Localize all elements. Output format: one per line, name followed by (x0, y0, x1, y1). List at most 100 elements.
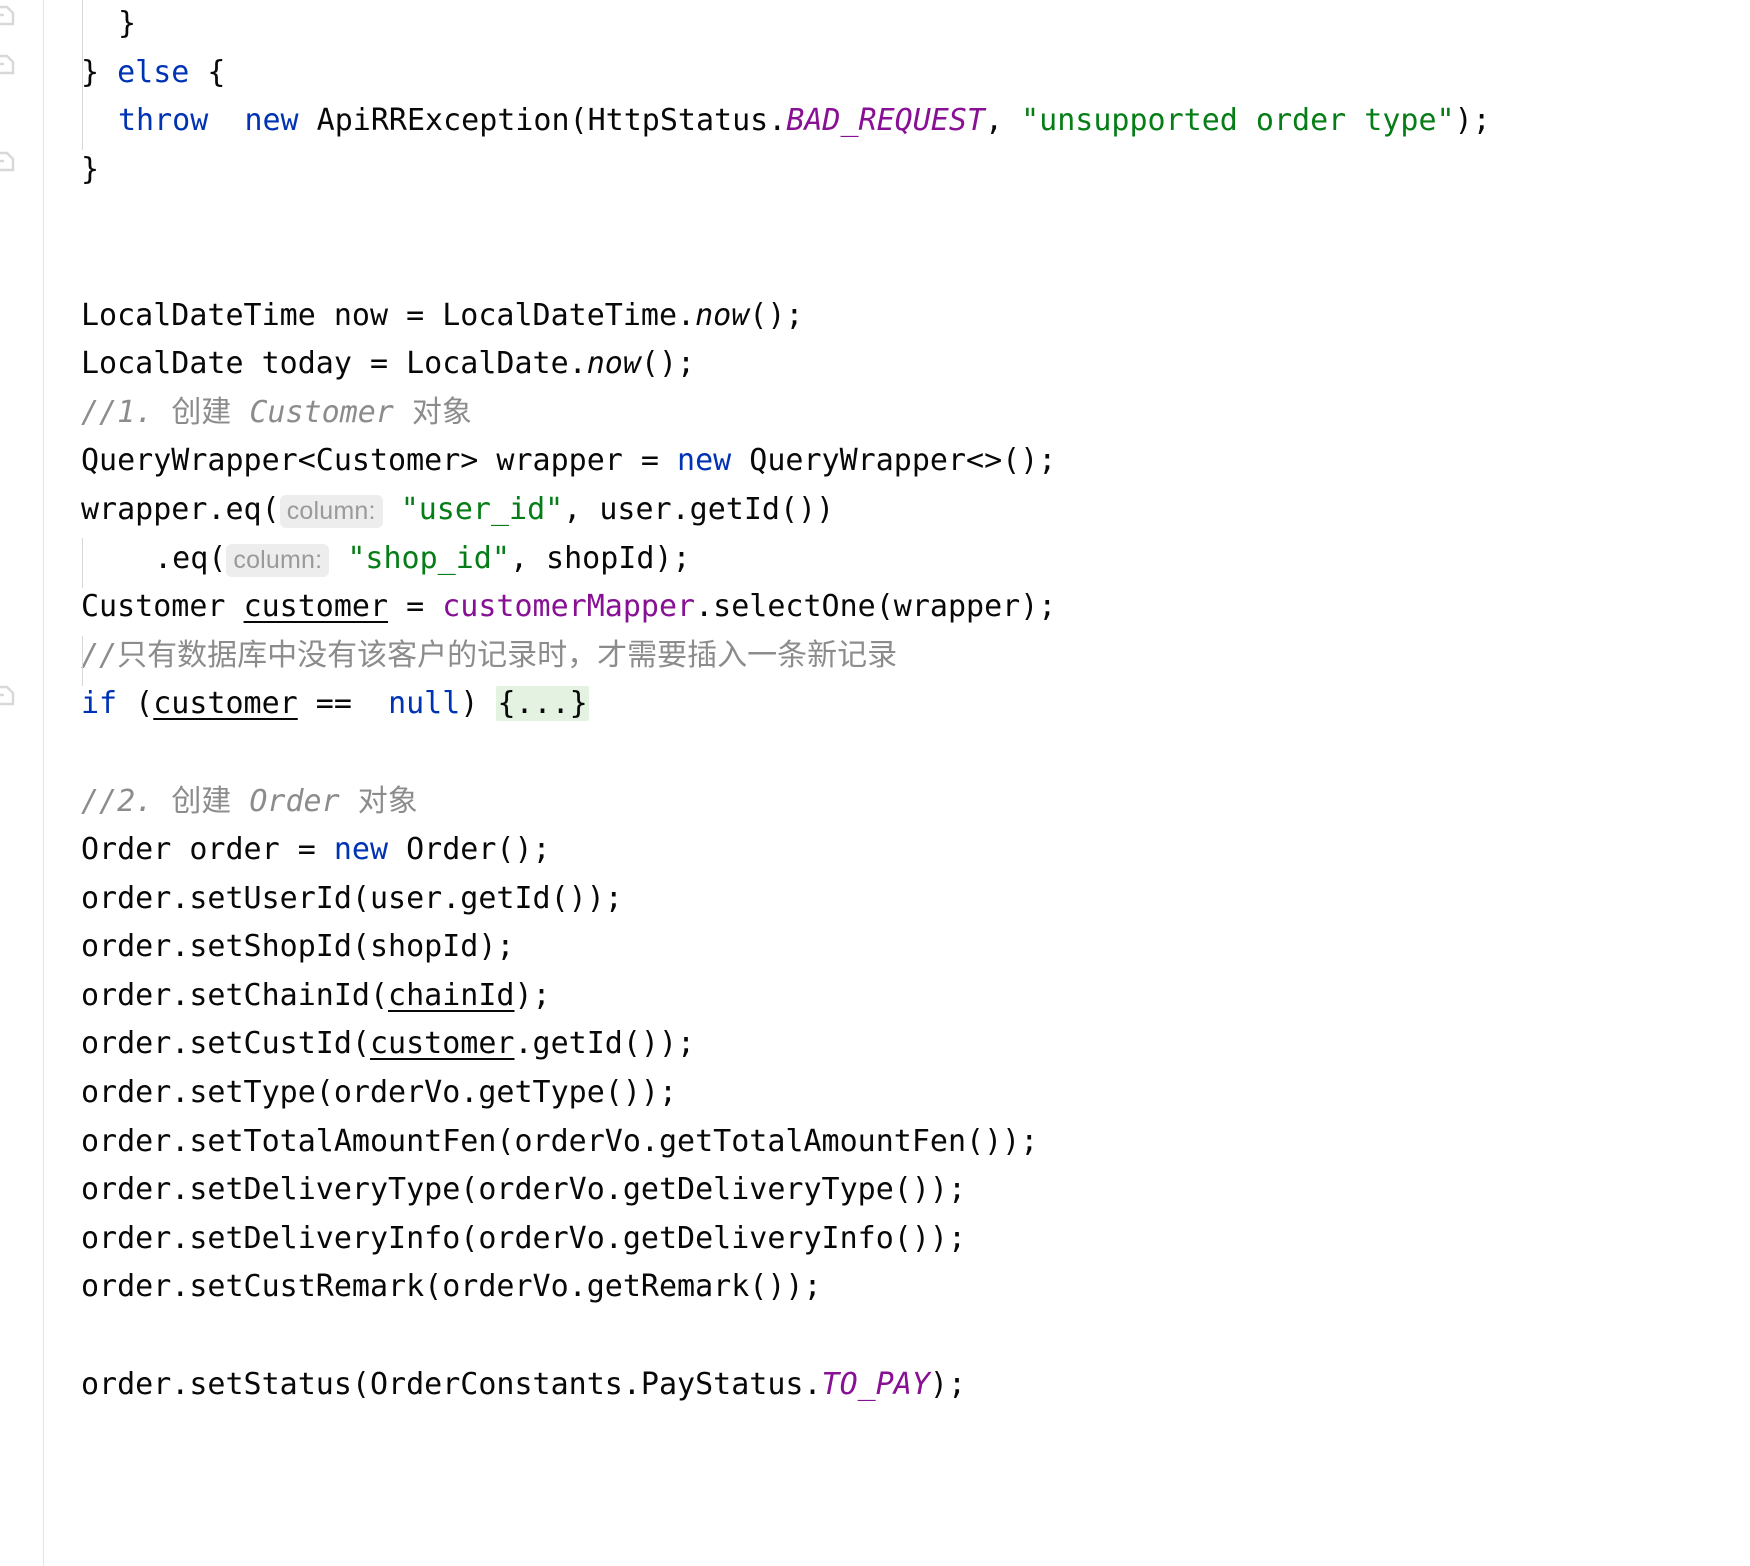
token-comment: 对象 (339, 783, 418, 819)
code-line[interactable]: LocalDateTime now = LocalDateTime.now(); (44, 292, 1750, 341)
code-line[interactable]: order.setCustId(customer.getId()); (44, 1020, 1750, 1069)
token-plain: Customer (81, 589, 244, 625)
code-line[interactable] (44, 729, 1750, 778)
code-line[interactable]: order.setCustRemark(orderVo.getRemark())… (44, 1263, 1750, 1312)
code-line-text: order.setTotalAmountFen(orderVo.getTotal… (44, 1124, 1038, 1159)
token-plain: (); (640, 346, 696, 382)
token-plain: Order(); (388, 832, 551, 868)
token-plain: order.setStatus(OrderConstants.PayStatus… (81, 1366, 822, 1402)
token-comment: Customer (249, 394, 394, 430)
code-line[interactable]: .eq(column: "shop_id", shopId); (44, 535, 1750, 584)
code-line[interactable]: //1. 创建 Customer 对象 (44, 389, 1750, 438)
code-line-text: } else { (44, 55, 226, 90)
code-line[interactable]: } (44, 146, 1750, 195)
indent-guide (82, 52, 83, 102)
code-line-text: order.setDeliveryType(orderVo.getDeliver… (44, 1172, 966, 1207)
token-plain: LocalDateTime now = LocalDateTime. (81, 297, 696, 333)
code-line-text: order.setUserId(user.getId()); (44, 881, 623, 916)
token-string: "user_id" (400, 491, 564, 527)
code-line-text: order.setStatus(OrderConstants.PayStatus… (44, 1367, 966, 1402)
fold-arrow-icon[interactable] (0, 53, 16, 79)
code-line[interactable] (44, 194, 1750, 243)
code-line[interactable]: Customer customer = customerMapper.selec… (44, 583, 1750, 632)
fold-arrow-icon[interactable] (0, 684, 16, 710)
code-line-text: order.setType(orderVo.getType()); (44, 1075, 677, 1110)
code-line[interactable]: LocalDate today = LocalDate.now(); (44, 340, 1750, 389)
code-line-text: } (44, 6, 136, 41)
fold-arrow-icon[interactable] (0, 150, 16, 176)
inlay-parameter-hint[interactable]: column: (279, 494, 383, 528)
code-line-text: //1. 创建 Customer 对象 (44, 395, 472, 430)
code-line-text: order.setDeliveryInfo(orderVo.getDeliver… (44, 1221, 966, 1256)
code-line-text: //2. 创建 Order 对象 (44, 784, 418, 819)
token-plain: order.setShopId(shopId); (81, 929, 515, 965)
token-plain: , (984, 103, 1022, 139)
token-plain: QueryWrapper<Customer> wrapper = (81, 443, 678, 479)
code-line[interactable]: if (customer == null) {...} (44, 680, 1750, 729)
code-line[interactable]: order.setDeliveryInfo(orderVo.getDeliver… (44, 1215, 1750, 1264)
token-plain: ) (460, 686, 497, 722)
code-content[interactable]: } } else { throw new ApiRRException(HttpSt… (44, 0, 1750, 1566)
token-plain: , user.getId()) (563, 491, 835, 527)
code-line[interactable]: throw new ApiRRException(HttpStatus.BAD_… (44, 97, 1750, 146)
token-plain: order.setTotalAmountFen(orderVo.getTotal… (81, 1123, 1039, 1159)
token-plain: } (81, 151, 100, 187)
code-line-text: QueryWrapper<Customer> wrapper = new Que… (44, 443, 1056, 478)
token-plain: , shopId); (509, 540, 691, 576)
code-line[interactable] (44, 1312, 1750, 1361)
token-plain: } (118, 6, 137, 41)
code-line[interactable]: order.setType(orderVo.getType()); (44, 1069, 1750, 1118)
code-editor[interactable]: } } else { throw new ApiRRException(HttpSt… (0, 0, 1750, 1566)
token-plain: ( (117, 686, 154, 722)
token-plain: LocalDate today = LocalDate. (81, 346, 587, 382)
indent-guide (82, 102, 83, 150)
code-line-text: wrapper.eq(column: "user_id", user.getId… (44, 491, 835, 528)
token-plain: wrapper.eq( (81, 491, 280, 527)
token-plain: .selectOne(wrapper); (695, 589, 1057, 625)
indent-guide (82, 538, 83, 588)
code-line[interactable]: order.setDeliveryType(orderVo.getDeliver… (44, 1166, 1750, 1215)
token-plain: == (297, 686, 389, 722)
code-line-text: if (customer == null) {...} (44, 686, 589, 722)
token-plain: ); (514, 977, 551, 1013)
code-line[interactable]: //2. 创建 Order 对象 (44, 778, 1750, 827)
code-line-text: } (44, 152, 99, 187)
token-plain: .getId()); (514, 1026, 696, 1062)
token-variable: customer (243, 589, 389, 625)
code-line-text: order.setChainId(chainId); (44, 978, 551, 1013)
token-static-method: now (695, 297, 750, 333)
code-line[interactable]: } else { (44, 49, 1750, 98)
fold-arrow-icon[interactable] (0, 4, 16, 30)
code-line[interactable]: //只有数据库中没有该客户的记录时，才需要插入一条新记录 (44, 632, 1750, 681)
token-comment: 对象 (393, 394, 472, 430)
token-plain: order.setType(orderVo.getType()); (81, 1075, 678, 1111)
token-plain: order.setDeliveryInfo(orderVo.getDeliver… (81, 1220, 967, 1256)
code-line[interactable]: } (44, 0, 1750, 49)
token-plain: { (189, 54, 226, 90)
token-variable: chainId (388, 977, 515, 1013)
code-line[interactable] (44, 243, 1750, 292)
code-line[interactable]: order.setTotalAmountFen(orderVo.getTotal… (44, 1118, 1750, 1167)
token-comment: 创建 (171, 783, 250, 819)
folded-code-placeholder[interactable]: {...} (496, 686, 589, 722)
code-line[interactable]: Order order = new Order(); (44, 826, 1750, 875)
code-line[interactable]: order.setUserId(user.getId()); (44, 875, 1750, 924)
code-line[interactable]: order.setShopId(shopId); (44, 923, 1750, 972)
indent-guide (82, 636, 83, 686)
code-line[interactable]: wrapper.eq(column: "user_id", user.getId… (44, 486, 1750, 535)
code-line[interactable]: order.setChainId(chainId); (44, 972, 1750, 1021)
inlay-parameter-hint[interactable]: column: (226, 543, 330, 577)
code-line[interactable]: QueryWrapper<Customer> wrapper = new Que… (44, 437, 1750, 486)
token-plain: ); (929, 1366, 967, 1402)
token-plain: (); (749, 297, 804, 333)
token-plain: order.setDeliveryType(orderVo.getDeliver… (81, 1172, 967, 1208)
code-line-text: order.setCustRemark(orderVo.getRemark())… (44, 1269, 822, 1304)
code-line[interactable]: order.setStatus(OrderConstants.PayStatus… (44, 1361, 1750, 1410)
editor-gutter[interactable] (0, 0, 44, 1566)
token-constant: BAD_REQUEST (786, 103, 985, 139)
